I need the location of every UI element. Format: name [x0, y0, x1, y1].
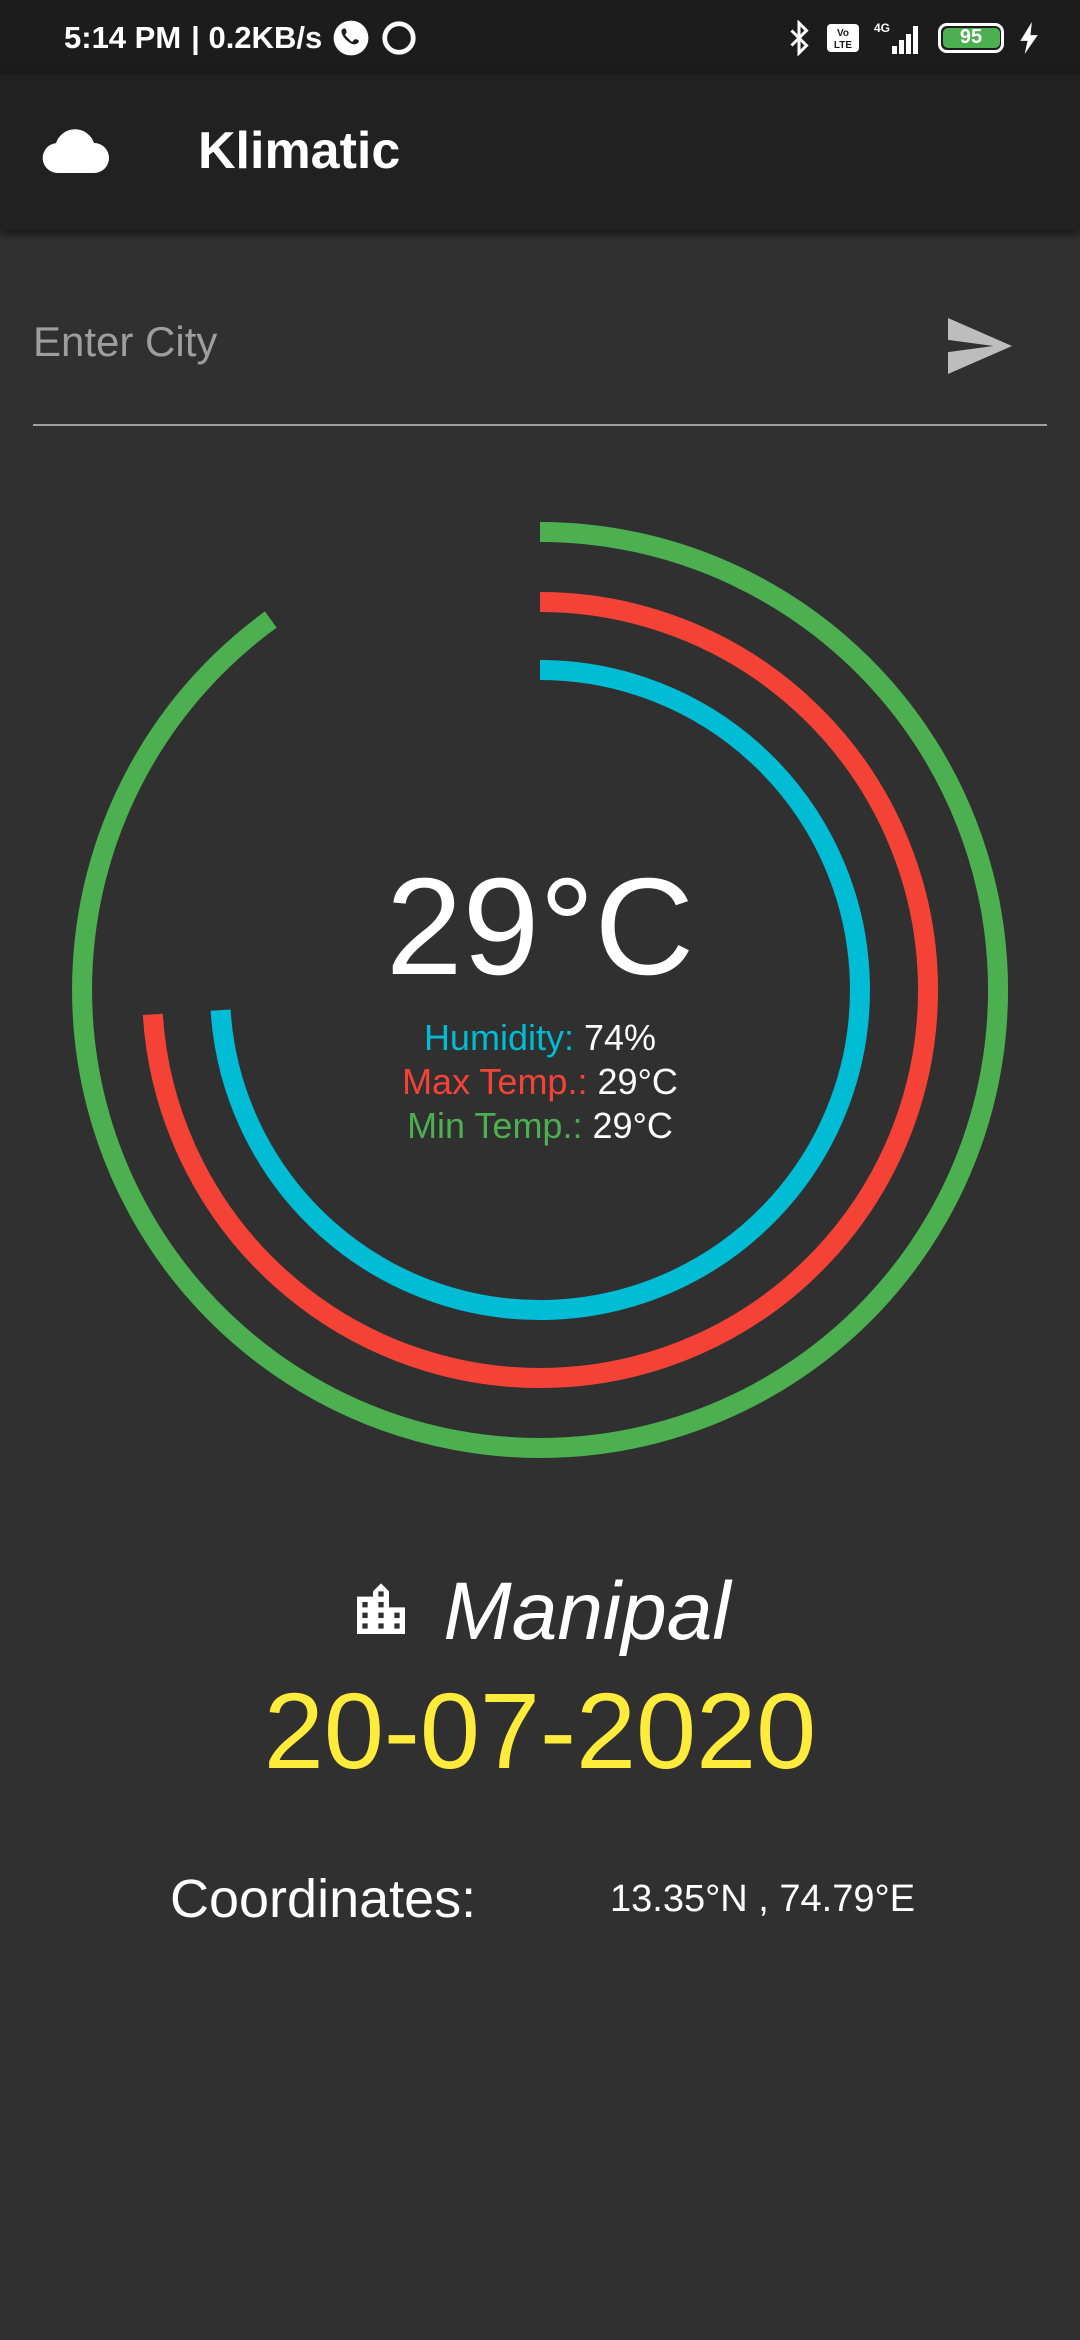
battery-indicator: 95 — [938, 22, 1004, 53]
humidity-label: Humidity: — [423, 1017, 574, 1058]
send-icon[interactable] — [947, 318, 1013, 374]
gauge-center: 29°C Humidity: 74% Max Temp.: 29°C Min T… — [0, 858, 1080, 1148]
app-title: Klimatic — [198, 122, 401, 180]
city-buildings-icon — [349, 1577, 413, 1648]
humidity-line: Humidity: 74% — [0, 1016, 1080, 1060]
volte-icon: Vo LTE — [826, 23, 860, 53]
battery-level: 95 — [959, 26, 983, 48]
city-name: Manipal — [443, 1566, 731, 1657]
cloud-icon — [40, 125, 112, 182]
svg-text:LTE: LTE — [834, 40, 852, 51]
app-bar: Klimatic — [0, 75, 1080, 230]
city-search-field — [33, 290, 1047, 426]
humidity-value: 74% — [583, 1017, 657, 1058]
min-temp-value: 29°C — [592, 1105, 673, 1146]
max-temp-label: Max Temp.: — [402, 1061, 588, 1102]
status-time: 5:14 PM — [64, 19, 182, 55]
min-temp-line: Min Temp.: 29°C — [0, 1104, 1080, 1148]
status-right: Vo LTE 4G 95 — [786, 19, 1040, 56]
min-temp-label: Min Temp.: — [407, 1105, 583, 1146]
phone-call-icon — [332, 19, 370, 57]
max-temp-line: Max Temp.: 29°C — [0, 1060, 1080, 1104]
bluetooth-icon — [786, 19, 812, 56]
svg-text:Vo: Vo — [837, 28, 849, 39]
charging-bolt-icon — [1018, 21, 1040, 54]
weather-date: 20-07-2020 — [263, 1670, 817, 1791]
location-row: Manipal — [0, 1565, 1080, 1659]
current-temperature: 29°C — [385, 850, 695, 1004]
status-left: 5:14 PM | 0.2KB/s — [64, 19, 418, 57]
coordinates-row: Coordinates: 13.35°N , 74.79°E — [170, 1868, 930, 1938]
network-speed: | 0.2KB/s — [191, 19, 323, 55]
coordinates-value: 13.35°N , 74.79°E — [610, 1878, 916, 1920]
coordinates-label: Coordinates: — [170, 1869, 477, 1929]
max-temp-value: 29°C — [597, 1061, 678, 1102]
svg-text:4G: 4G — [874, 21, 890, 35]
city-input[interactable] — [33, 310, 913, 374]
sync-circle-icon — [380, 19, 418, 57]
status-bar: 5:14 PM | 0.2KB/s Vo LTE 4G 95 — [0, 0, 1080, 75]
signal-4g-icon: 4G — [874, 20, 924, 56]
